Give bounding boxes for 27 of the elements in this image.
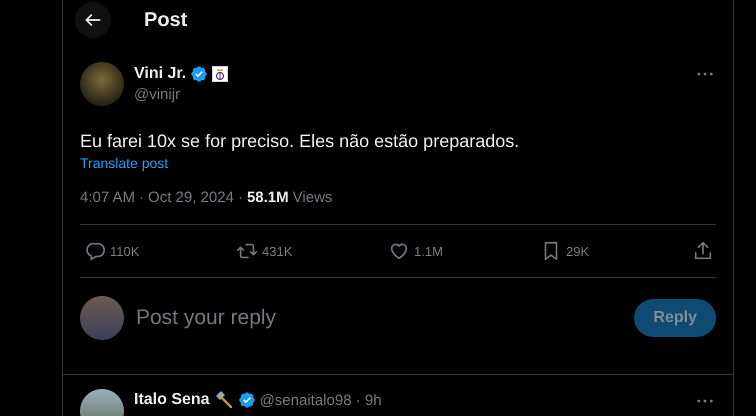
author-handle[interactable]: @vinijr: [134, 86, 687, 103]
views-label: Views: [292, 189, 332, 206]
repost-button[interactable]: 431K: [236, 240, 336, 262]
axe-icon: [214, 390, 234, 410]
like-button[interactable]: 1.1M: [388, 240, 488, 262]
back-button[interactable]: [75, 2, 111, 38]
post-time[interactable]: 4:07 AM: [80, 189, 136, 206]
reply-input-field[interactable]: Post your reply: [136, 306, 622, 330]
separator-dot: ·: [238, 189, 243, 206]
post-date[interactable]: Oct 29, 2024: [148, 189, 234, 206]
reply-author-name[interactable]: Italo Sena: [134, 391, 210, 409]
crest-icon: [212, 66, 228, 82]
translate-link[interactable]: Translate post: [80, 155, 168, 171]
reply-button[interactable]: 110K: [84, 240, 184, 262]
more-options-icon[interactable]: [697, 399, 713, 403]
author-name[interactable]: Vini Jr.: [134, 65, 186, 83]
more-options-icon[interactable]: [697, 72, 713, 76]
post-text: Eu farei 10x se for preciso. Eles não estão preparados.: [80, 130, 520, 153]
share-button[interactable]: [692, 240, 714, 262]
user-avatar-placeholder[interactable]: [80, 296, 124, 340]
page-title: Post: [144, 8, 188, 32]
share-icon: [692, 240, 714, 262]
bookmark-button[interactable]: 29K: [540, 240, 640, 262]
reply-handle-time: @senaitalo98 · 9h: [260, 392, 383, 408]
speech-bubble-icon: [84, 240, 106, 262]
separator-dot: ·: [139, 189, 144, 206]
views-count: 58.1M: [246, 189, 289, 206]
